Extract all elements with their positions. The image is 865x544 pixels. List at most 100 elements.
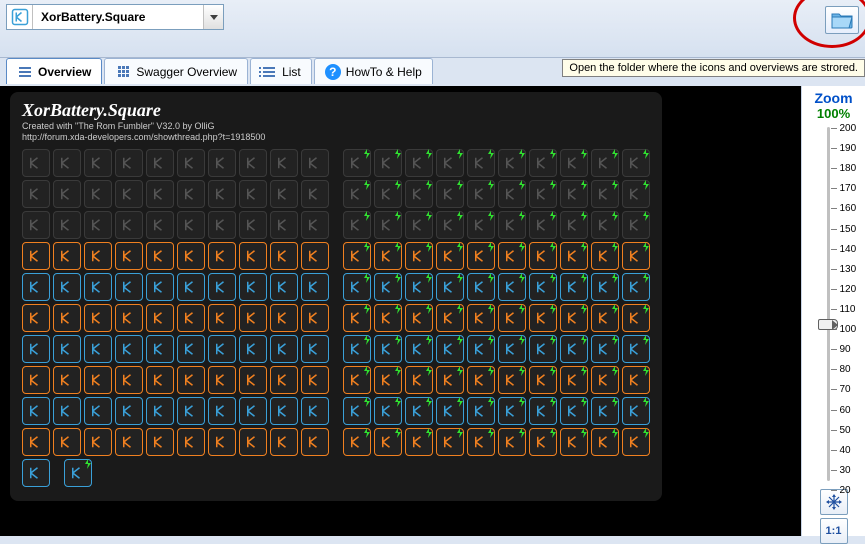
zoom-tick: 70 xyxy=(809,384,859,395)
battery-icon-charging xyxy=(591,149,619,177)
open-folder-button[interactable] xyxy=(825,6,859,34)
battery-icon xyxy=(84,211,112,239)
battery-icon-charging xyxy=(622,366,650,394)
battery-icon-charging xyxy=(343,149,371,177)
battery-icon-charging xyxy=(560,335,588,363)
tab-list[interactable]: List xyxy=(250,58,312,84)
battery-icon xyxy=(270,428,298,456)
battery-icon xyxy=(84,149,112,177)
icon-row xyxy=(22,459,650,487)
battery-icon xyxy=(22,335,50,363)
battery-icon xyxy=(301,428,329,456)
battery-icon xyxy=(22,242,50,270)
battery-icon-charging xyxy=(467,211,495,239)
header-toolbar: XorBattery.Square xyxy=(0,0,865,58)
battery-icon-charging xyxy=(591,366,619,394)
dropdown-arrow-icon[interactable] xyxy=(203,5,223,29)
slider-thumb[interactable] xyxy=(818,319,838,330)
battery-icon xyxy=(146,149,174,177)
battery-icon-charging xyxy=(529,366,557,394)
battery-icon xyxy=(22,397,50,425)
battery-icon xyxy=(84,242,112,270)
battery-icon-charging xyxy=(374,242,402,270)
battery-icon-charging xyxy=(405,242,433,270)
zoom-tick: 170 xyxy=(809,183,859,194)
battery-icon xyxy=(270,366,298,394)
zoom-slider[interactable]: 2001901801701601501401301201101009080706… xyxy=(809,123,859,485)
battery-icon-charging xyxy=(374,149,402,177)
battery-icon xyxy=(239,304,267,332)
zoom-panel: Zoom 100% 200190180170160150140130120110… xyxy=(801,86,865,536)
battery-icon xyxy=(270,397,298,425)
zoom-ratio-button[interactable]: 1:1 xyxy=(820,518,848,544)
tab-howto-help[interactable]: ?HowTo & Help xyxy=(314,58,433,84)
battery-icon xyxy=(146,242,174,270)
battery-icon xyxy=(208,397,236,425)
battery-icon xyxy=(146,304,174,332)
battery-icon-charging xyxy=(622,180,650,208)
preview-panel: XorBattery.Square Created with "The Rom … xyxy=(0,86,801,536)
battery-icon-charging xyxy=(622,149,650,177)
battery-icon xyxy=(208,273,236,301)
battery-icon xyxy=(22,428,50,456)
battery-icon xyxy=(115,211,143,239)
battery-icon-charging xyxy=(591,428,619,456)
battery-icon xyxy=(208,428,236,456)
battery-icon-charging xyxy=(343,397,371,425)
battery-icon-charging xyxy=(374,304,402,332)
battery-icon-charging xyxy=(343,335,371,363)
battery-icon-charging xyxy=(343,211,371,239)
battery-icon-charging xyxy=(343,366,371,394)
tab-overview[interactable]: Overview xyxy=(6,58,102,84)
zoom-tick: 110 xyxy=(809,304,859,315)
battery-icon xyxy=(53,304,81,332)
battery-icon-charging xyxy=(622,397,650,425)
battery-icon xyxy=(53,242,81,270)
tab-swagger-overview[interactable]: Swagger Overview xyxy=(104,58,248,84)
battery-icon xyxy=(177,180,205,208)
battery-icon xyxy=(115,397,143,425)
battery-icon-charging xyxy=(436,428,464,456)
tab-label: Overview xyxy=(38,65,91,79)
slider-ticks: 2001901801701601501401301201101009080706… xyxy=(809,123,859,485)
battery-icon-charging xyxy=(405,180,433,208)
battery-icon-charging xyxy=(374,366,402,394)
battery-icon-charging xyxy=(498,304,526,332)
battery-icon-charging xyxy=(436,335,464,363)
battery-icon-charging xyxy=(591,335,619,363)
battery-icon xyxy=(177,335,205,363)
battery-icon-charging xyxy=(343,304,371,332)
battery-icon-charging xyxy=(405,304,433,332)
zoom-tick: 150 xyxy=(809,224,859,235)
zoom-tick: 130 xyxy=(809,264,859,275)
battery-icon-charging xyxy=(622,211,650,239)
battery-icon xyxy=(115,180,143,208)
battery-icon xyxy=(208,304,236,332)
battery-icon-charging xyxy=(560,149,588,177)
battery-icon xyxy=(84,335,112,363)
battery-icon xyxy=(239,180,267,208)
arrows-cross-icon xyxy=(826,494,842,510)
battery-icon-charging xyxy=(498,211,526,239)
battery-icon-charging xyxy=(436,211,464,239)
battery-icon-charging xyxy=(560,180,588,208)
main-area: XorBattery.Square Created with "The Rom … xyxy=(0,86,865,536)
lines-icon xyxy=(17,64,33,80)
battery-icon xyxy=(115,273,143,301)
battery-icon-charging xyxy=(436,366,464,394)
battery-icon xyxy=(208,211,236,239)
battery-icon xyxy=(84,273,112,301)
battery-icon-charging xyxy=(405,428,433,456)
battery-icon-charging xyxy=(591,211,619,239)
battery-icon xyxy=(84,304,112,332)
battery-icon-charging xyxy=(436,397,464,425)
project-dropdown[interactable]: XorBattery.Square xyxy=(6,4,224,30)
tab-label: Swagger Overview xyxy=(136,65,237,79)
battery-icon xyxy=(301,397,329,425)
battery-icon-charging xyxy=(529,211,557,239)
battery-icon xyxy=(239,273,267,301)
battery-icon xyxy=(84,180,112,208)
battery-icon xyxy=(301,180,329,208)
battery-icon xyxy=(208,180,236,208)
battery-icon xyxy=(115,335,143,363)
